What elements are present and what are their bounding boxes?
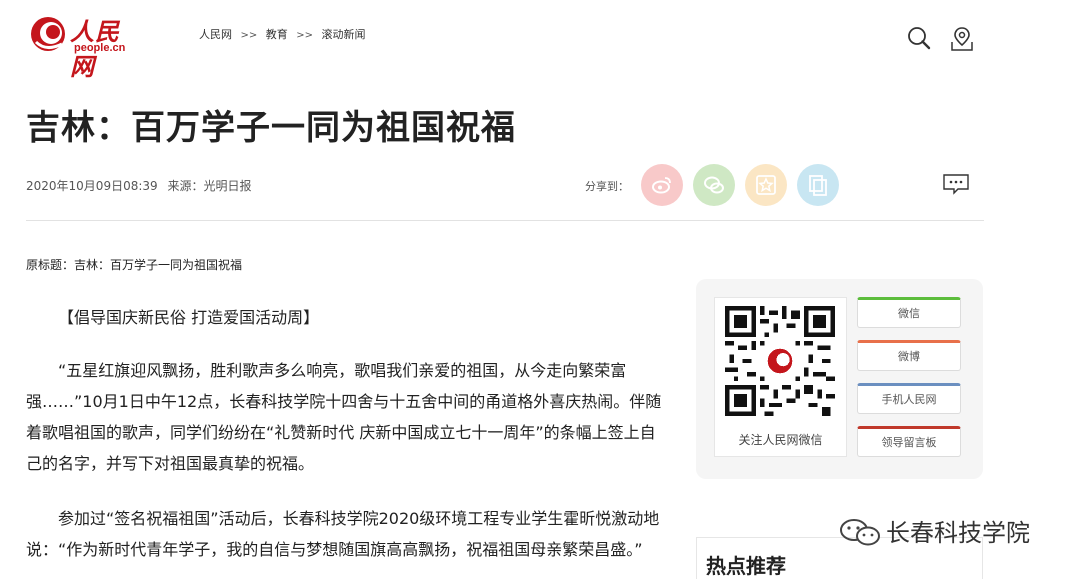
article-paragraph: “五星红旗迎风飘扬，胜利歌声多么响亮，歌唱我们亲爱的祖国，从今走向繁荣富强……”…	[26, 361, 662, 473]
article-paragraph: 参加过“签名祝福祖国”活动后，长春科技学院2020级环境工程专业学生霍昕悦激动地…	[26, 509, 660, 559]
share-label: 分享到：	[585, 180, 629, 193]
location-icon[interactable]	[948, 24, 976, 52]
hot-recommend-title: 热点推荐	[706, 554, 786, 578]
wechat-watermark-icon	[840, 519, 880, 546]
original-title: 原标题：吉林：百万学子一同为祖国祝福	[26, 258, 243, 272]
article-paragraph: 【倡导国庆新民俗 打造爱国活动周】	[58, 308, 320, 327]
wechat-icon	[704, 176, 724, 194]
follow-wechat-link[interactable]: 微信	[857, 297, 961, 328]
logo-emblem-icon	[31, 17, 65, 51]
meta-divider	[26, 220, 984, 221]
comment-icon[interactable]	[942, 173, 970, 195]
follow-weibo-link[interactable]: 微博	[857, 340, 961, 371]
watermark-text: 长春科技学院	[886, 519, 1030, 547]
article-title: 吉林：百万学子一同为祖国祝福	[26, 108, 516, 148]
mobile-people-link[interactable]: 手机人民网	[857, 383, 961, 414]
share-wechat-button[interactable]	[693, 164, 735, 206]
favorite-icon	[756, 175, 776, 195]
share-weibo-button[interactable]	[641, 164, 683, 206]
qr-caption: 关注人民网微信	[738, 433, 823, 447]
share-copy-button[interactable]	[797, 164, 839, 206]
share-favorite-button[interactable]	[745, 164, 787, 206]
breadcrumb-separator: >>	[296, 30, 314, 41]
article-source[interactable]: 来源：光明日报	[168, 179, 252, 193]
leader-message-board-link[interactable]: 领导留言板	[857, 426, 961, 457]
breadcrumb-home[interactable]: 人民网	[199, 28, 232, 41]
breadcrumb-education[interactable]: 教育	[266, 28, 288, 41]
article-date: 2020年10月09日08:39	[26, 179, 158, 193]
article-meta: 2020年10月09日08:39 来源：光明日报	[26, 177, 258, 194]
logo-english-text: people.cn	[74, 42, 126, 54]
qr-code-icon	[725, 306, 835, 416]
breadcrumb: 人民网 >> 教育 >> 滚动新闻	[199, 26, 366, 42]
search-icon[interactable]	[905, 24, 933, 52]
copy-icon	[809, 175, 827, 196]
people-logo[interactable]: 人民网 people.cn	[28, 12, 143, 81]
breadcrumb-rolling-news[interactable]: 滚动新闻	[322, 28, 366, 41]
breadcrumb-separator: >>	[240, 30, 258, 41]
qr-card: 关注人民网微信	[714, 297, 847, 457]
weibo-icon	[652, 177, 671, 194]
